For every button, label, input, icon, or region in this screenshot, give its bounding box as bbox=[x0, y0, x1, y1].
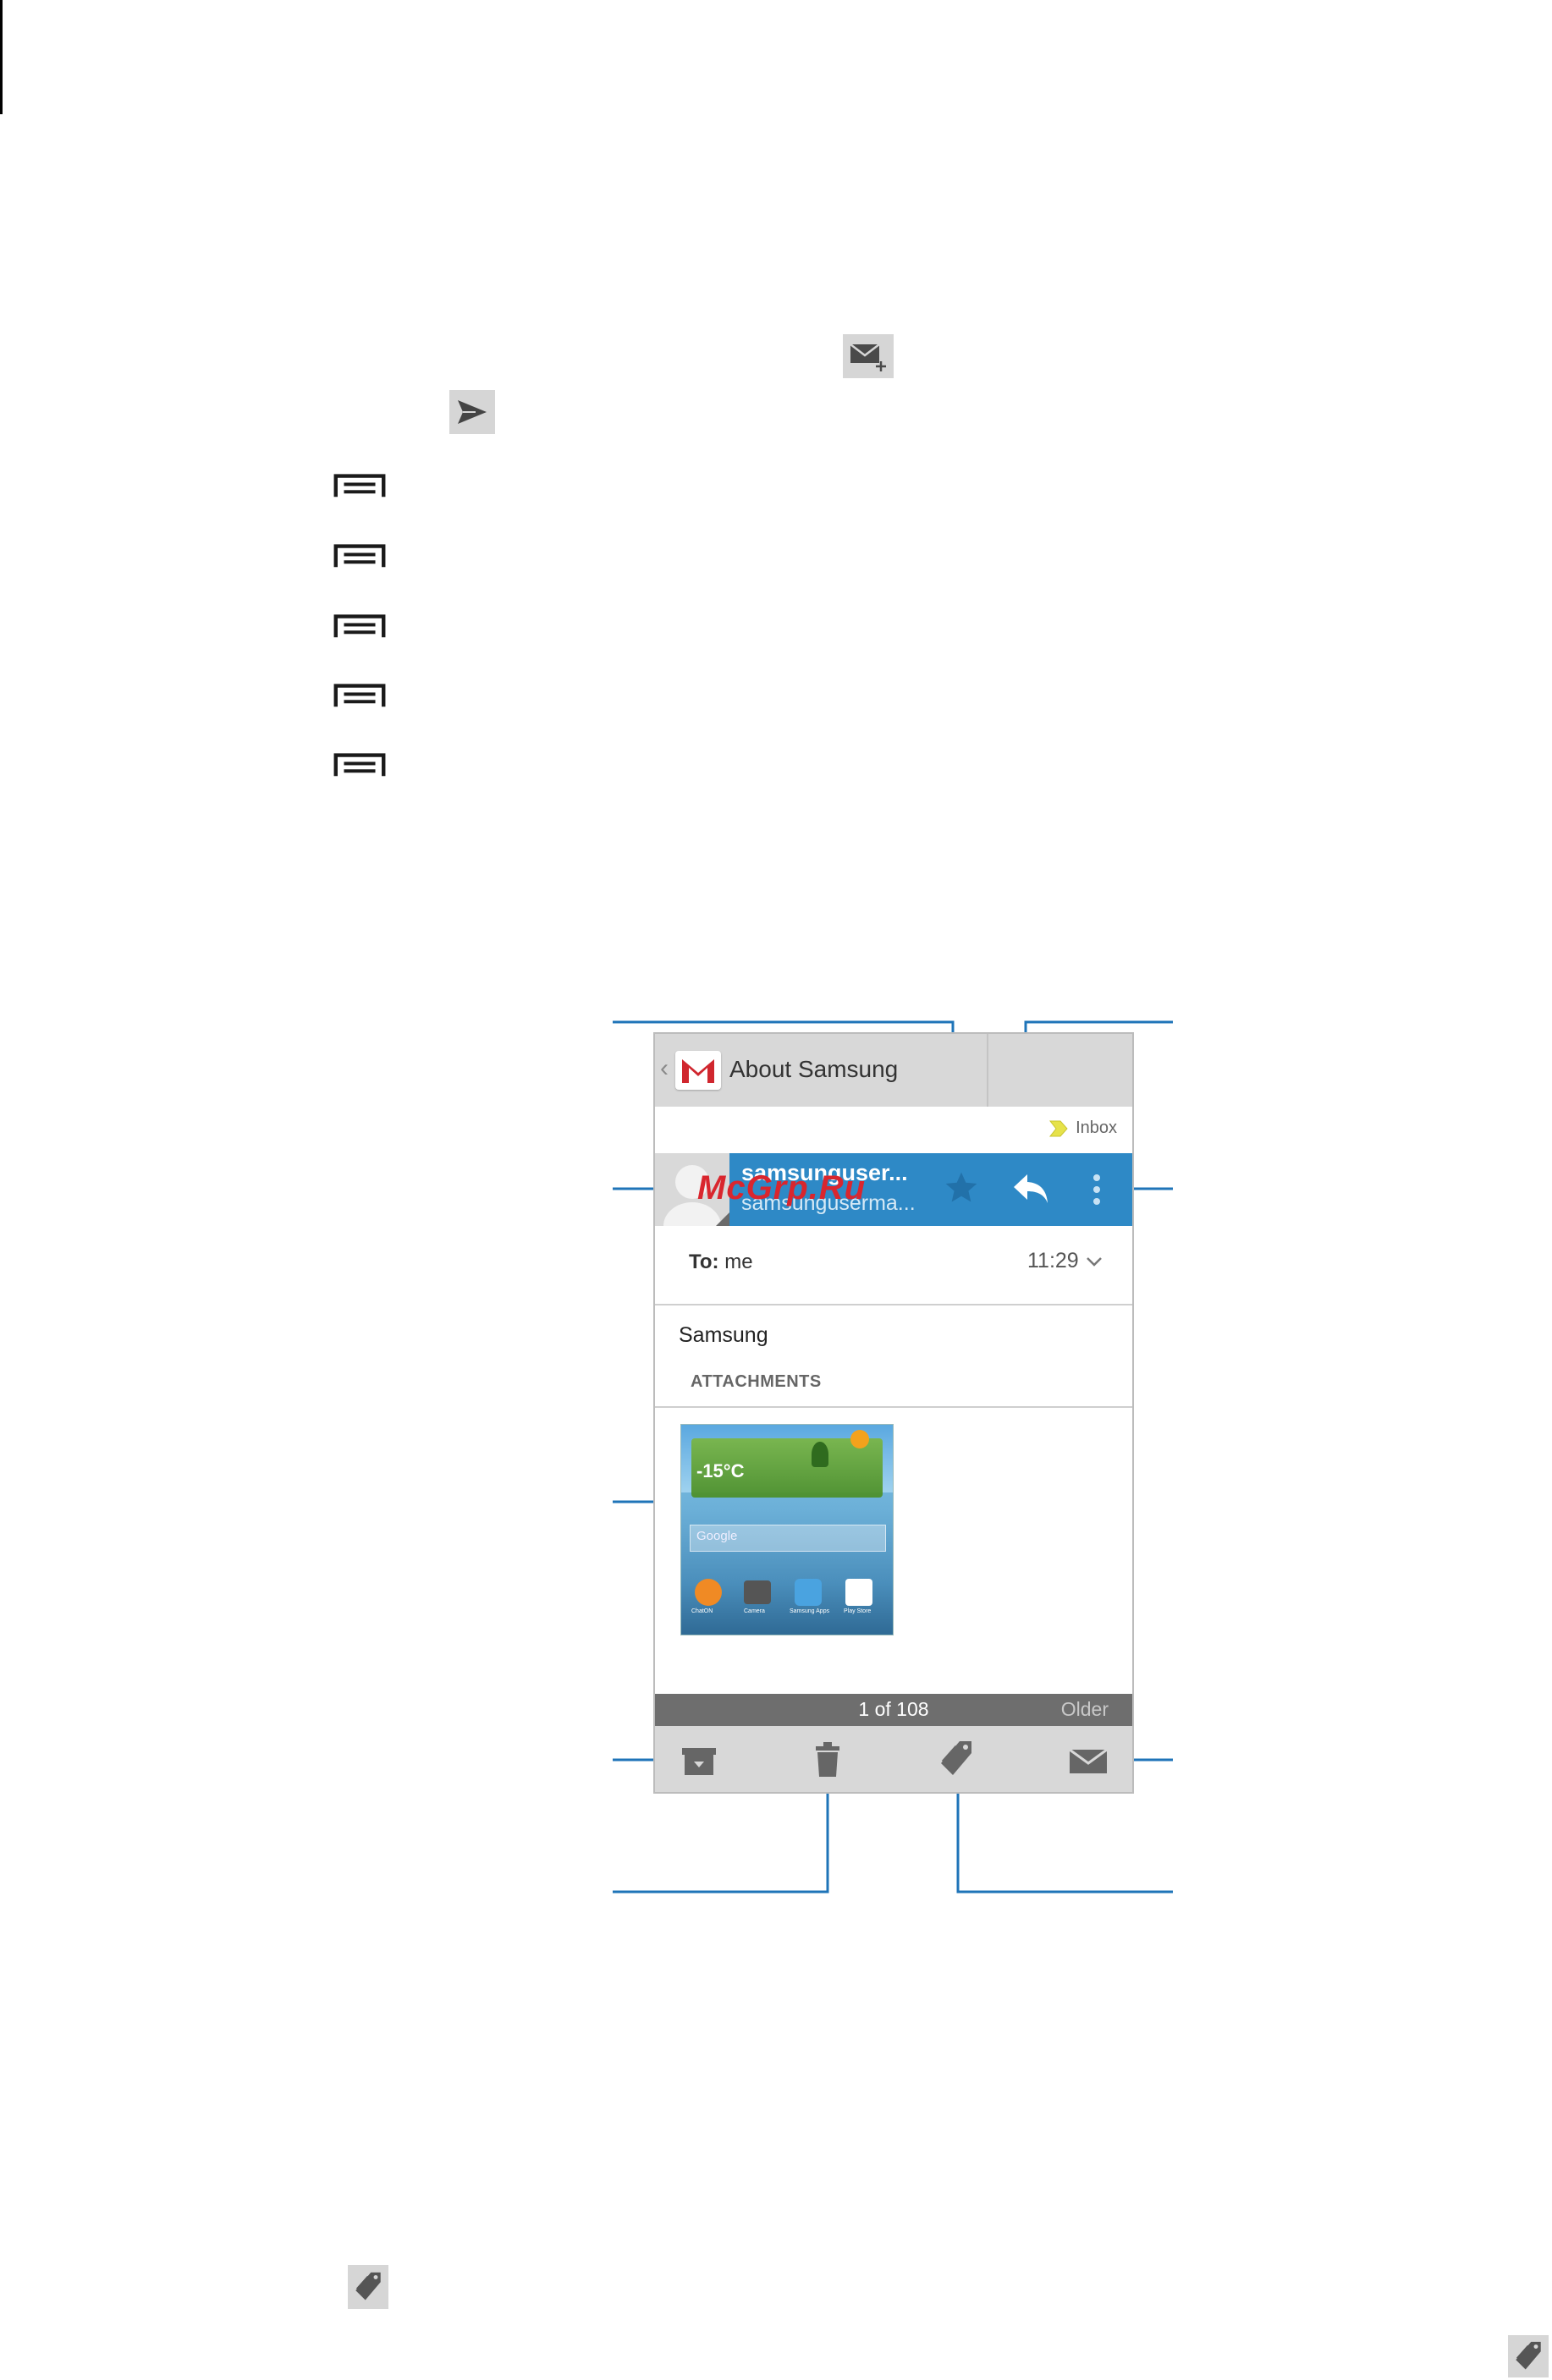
bottom-action-bar bbox=[655, 1726, 1132, 1792]
archive-icon[interactable] bbox=[680, 1745, 718, 1781]
email-body-text: Samsung bbox=[679, 1323, 768, 1347]
watermark: McGrp.Ru bbox=[697, 1169, 867, 1206]
more-options-icon[interactable] bbox=[1092, 1173, 1102, 1211]
app-label-play-store: Play Store bbox=[844, 1608, 872, 1614]
app-label-samsung-apps: Samsung Apps bbox=[790, 1608, 830, 1614]
play-store-icon bbox=[845, 1579, 872, 1606]
label-chip[interactable]: Inbox bbox=[1048, 1119, 1117, 1138]
app-label-camera: Camera bbox=[744, 1608, 765, 1614]
tree-icon bbox=[812, 1442, 828, 1467]
received-time: 11:29 bbox=[1027, 1249, 1103, 1273]
label-tag-icon bbox=[1049, 1120, 1068, 1136]
older-button[interactable]: Older bbox=[1061, 1698, 1109, 1721]
mark-unread-icon[interactable] bbox=[1068, 1746, 1109, 1779]
star-icon[interactable] bbox=[943, 1169, 980, 1211]
label-tag-icon bbox=[1508, 2335, 1549, 2377]
labels-icon[interactable] bbox=[938, 1740, 975, 1783]
sun-icon bbox=[850, 1430, 869, 1448]
search-widget-text: Google bbox=[696, 1529, 738, 1543]
label-chip-text: Inbox bbox=[1076, 1119, 1117, 1137]
action-bar-divider bbox=[987, 1034, 988, 1107]
callout-labels bbox=[956, 1789, 1173, 1894]
weather-temperature: -15°C bbox=[696, 1460, 745, 1481]
gmail-logo-icon[interactable] bbox=[675, 1051, 721, 1090]
attachments-heading: ATTACHMENTS bbox=[691, 1372, 822, 1391]
chevron-down-icon[interactable] bbox=[1085, 1256, 1103, 1267]
email-app-screenshot: ‹ About Samsung Inbox samsunguser... sam… bbox=[653, 1032, 1134, 1794]
attachments-divider bbox=[655, 1406, 1132, 1408]
label-tag-icon bbox=[348, 2265, 388, 2309]
app-label-chaton: ChatON bbox=[691, 1608, 713, 1614]
to-value: me bbox=[724, 1250, 753, 1273]
samsung-apps-icon bbox=[795, 1579, 822, 1606]
back-chevron-icon[interactable]: ‹ bbox=[660, 1054, 669, 1083]
chaton-app-icon bbox=[695, 1579, 722, 1606]
recipient-label: To: me bbox=[689, 1250, 753, 1274]
delete-icon[interactable] bbox=[814, 1741, 841, 1783]
attachment-thumbnail[interactable]: -15°C Google ChatON Camera Samsung Apps … bbox=[680, 1424, 894, 1635]
app-title: About Samsung bbox=[729, 1056, 899, 1082]
to-label: To: bbox=[689, 1250, 719, 1273]
camera-app-icon bbox=[744, 1580, 771, 1604]
reply-icon[interactable] bbox=[1010, 1169, 1051, 1211]
time-value: 11:29 bbox=[1027, 1249, 1079, 1272]
callout-delete bbox=[613, 1789, 829, 1894]
